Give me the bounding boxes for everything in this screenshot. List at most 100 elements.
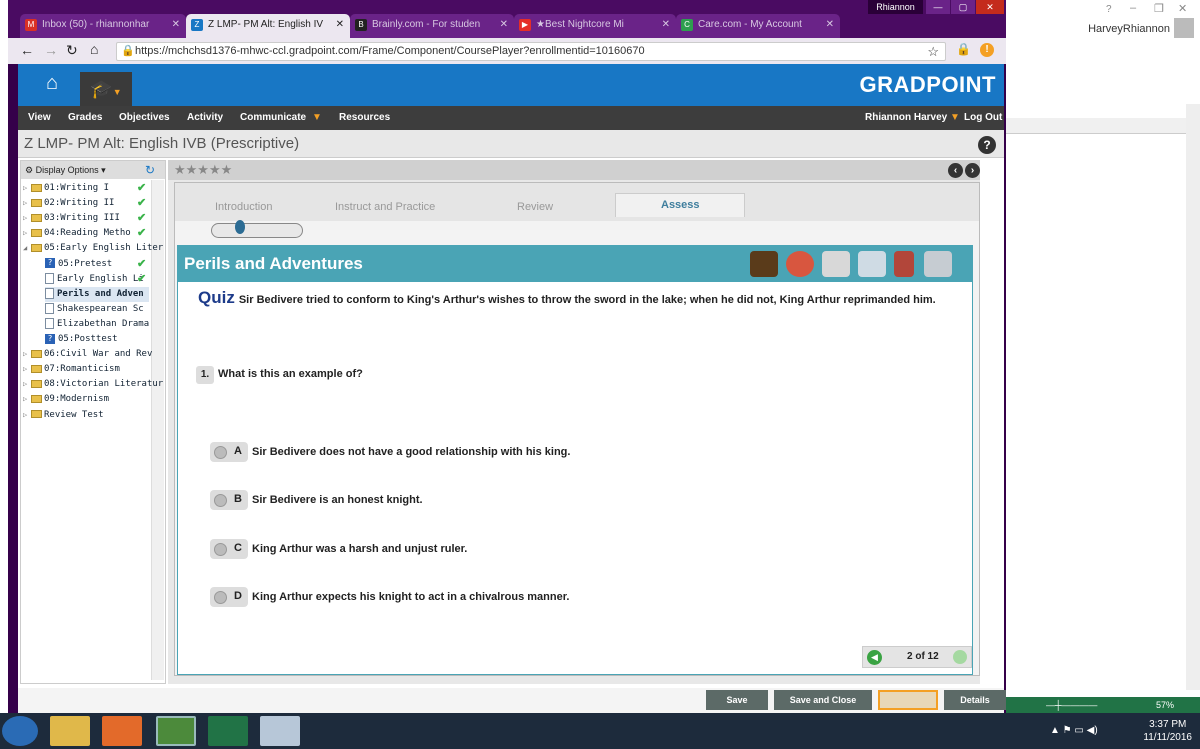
prev-arrow-icon[interactable]: ‹ bbox=[948, 163, 963, 178]
sidebar-item[interactable]: ◢ 05:Early English Liter bbox=[23, 241, 163, 256]
logout-link[interactable]: Log Out bbox=[964, 112, 1002, 123]
sidebar-item[interactable]: Elizabethan Drama bbox=[45, 317, 149, 332]
browser-tab-brainly[interactable]: B Brainly.com - For studen ✕ bbox=[350, 14, 514, 38]
home-icon[interactable]: ⌂ bbox=[90, 41, 98, 57]
tray-icons[interactable]: ▲ ⚑ ▭ ◀) bbox=[1050, 725, 1098, 736]
user-name[interactable]: Rhiannon Harvey bbox=[865, 112, 947, 123]
tab-instruct-practice[interactable]: Instruct and Practice bbox=[335, 201, 435, 213]
tab-assess[interactable]: Assess bbox=[661, 199, 700, 211]
progress-slider[interactable] bbox=[211, 223, 303, 238]
alert-icon[interactable]: ! bbox=[980, 43, 994, 57]
word-restore-icon[interactable]: ❐ bbox=[1154, 2, 1164, 15]
word-minimize-icon[interactable]: – bbox=[1130, 2, 1136, 14]
chrome-icon[interactable] bbox=[156, 716, 196, 746]
calculator-icon[interactable] bbox=[750, 251, 778, 277]
radio-button[interactable] bbox=[214, 494, 227, 507]
book-icon[interactable] bbox=[822, 251, 850, 277]
star-icon[interactable]: ☆ bbox=[927, 43, 939, 60]
tab-introduction[interactable]: Introduction bbox=[215, 201, 272, 213]
printer-icon[interactable] bbox=[924, 251, 952, 277]
sidebar-item[interactable]: ? 05:Pretest bbox=[45, 257, 112, 272]
expand-icon[interactable]: ▷ bbox=[23, 211, 31, 226]
word-close-icon[interactable]: ✕ bbox=[1178, 2, 1187, 15]
details-button[interactable]: Details bbox=[944, 690, 1006, 710]
expand-icon[interactable]: ▷ bbox=[23, 408, 31, 423]
sidebar-item[interactable]: ▷ 07:Romanticism bbox=[23, 362, 120, 377]
sidebar-item[interactable]: ▷ 02:Writing II bbox=[23, 196, 114, 211]
refresh-icon[interactable]: ↻ bbox=[145, 161, 155, 179]
next-question-icon[interactable] bbox=[953, 650, 967, 664]
radio-button[interactable] bbox=[214, 446, 227, 459]
prev-question-icon[interactable]: ◀ bbox=[867, 650, 882, 665]
save-close-button[interactable]: Save and Close bbox=[774, 690, 872, 710]
expand-icon[interactable]: ▷ bbox=[23, 181, 31, 196]
close-icon[interactable]: ✕ bbox=[336, 14, 344, 36]
next-arrow-icon[interactable]: › bbox=[965, 163, 980, 178]
collapse-icon[interactable]: ◢ bbox=[23, 241, 31, 256]
browser-tab-care[interactable]: C Care.com - My Account ✕ bbox=[676, 14, 840, 38]
expand-icon[interactable]: ▷ bbox=[23, 226, 31, 241]
nav-objectives[interactable]: Objectives bbox=[119, 112, 170, 123]
sidebar-item[interactable]: Perils and Adven bbox=[45, 286, 149, 302]
reload-icon[interactable]: ↻ bbox=[66, 42, 78, 59]
extension-lock-icon[interactable]: 🔒 bbox=[956, 42, 971, 56]
sidebar-item[interactable]: ▷ 09:Modernism bbox=[23, 392, 109, 407]
forward-icon[interactable]: → bbox=[44, 42, 58, 58]
project-icon[interactable] bbox=[208, 716, 248, 746]
sidebar-item[interactable]: ▷ 01:Writing I bbox=[23, 181, 109, 196]
zoom-slider[interactable]: —┼———— bbox=[1046, 700, 1097, 710]
sidebar-item[interactable]: ▷ Review Test bbox=[23, 408, 104, 423]
browser-tab-youtube[interactable]: ▶ ★Best Nightcore Mi ✕ bbox=[514, 14, 676, 38]
radio-button[interactable] bbox=[214, 543, 227, 556]
expand-icon[interactable]: ▷ bbox=[23, 347, 31, 362]
expand-icon[interactable]: ▷ bbox=[23, 362, 31, 377]
reference-icon[interactable] bbox=[894, 251, 914, 277]
browser-tab-gmail[interactable]: M Inbox (50) - rhiannonhar ✕ bbox=[20, 14, 186, 38]
url-field[interactable]: 🔒 https://mchchsd1376-mhwc-ccl.gradpoint… bbox=[116, 42, 946, 61]
close-icon[interactable]: ✕ bbox=[826, 14, 834, 36]
browser-tab-gradpoint[interactable]: ZZ LMP- PM Alt: English IV ✕ bbox=[186, 14, 350, 38]
chart-icon[interactable] bbox=[858, 251, 886, 277]
submit-button[interactable] bbox=[878, 690, 938, 710]
close-window-icon[interactable]: ✕ bbox=[976, 0, 1004, 14]
sidebar-item[interactable]: ▷ 03:Writing III bbox=[23, 211, 120, 226]
expand-icon[interactable]: ▷ bbox=[23, 392, 31, 407]
sidebar-item[interactable]: Early English Li bbox=[45, 272, 144, 287]
sidebar-item[interactable]: ▷ 08:Victorian Literatur bbox=[23, 377, 163, 392]
minimize-icon[interactable]: — bbox=[926, 0, 950, 14]
nav-grades[interactable]: Grades bbox=[68, 112, 102, 123]
word-user[interactable]: HarveyRhiannon bbox=[1088, 23, 1170, 35]
chevron-down-icon[interactable]: ▼ bbox=[950, 112, 960, 123]
sidebar-item[interactable]: ▷ 06:Civil War and Rev bbox=[23, 347, 152, 362]
save-button[interactable]: Save bbox=[706, 690, 768, 710]
home-icon[interactable]: ⌂ bbox=[32, 72, 72, 100]
target-icon[interactable] bbox=[786, 251, 814, 277]
word-scrollbar[interactable] bbox=[1186, 104, 1200, 690]
expand-icon[interactable]: ▷ bbox=[23, 196, 31, 211]
media-player-icon[interactable] bbox=[102, 716, 142, 746]
close-icon[interactable]: ✕ bbox=[500, 14, 508, 36]
chevron-down-icon[interactable]: ▼ bbox=[312, 112, 322, 123]
sidebar-item[interactable]: Shakespearean Sc bbox=[45, 302, 144, 317]
profile-button[interactable]: Rhiannon bbox=[868, 0, 923, 14]
start-icon[interactable] bbox=[2, 716, 38, 746]
back-icon[interactable]: ← bbox=[20, 42, 34, 58]
sidebar-item[interactable]: ▷ 04:Reading Metho bbox=[23, 226, 131, 241]
avatar[interactable] bbox=[1174, 18, 1194, 38]
sidebar-item[interactable]: ? 05:Posttest bbox=[45, 332, 118, 347]
clock[interactable]: 3:37 PM 11/11/2016 bbox=[1143, 718, 1192, 744]
maximize-icon[interactable]: ▢ bbox=[951, 0, 975, 14]
expand-icon[interactable]: ▷ bbox=[23, 377, 31, 392]
close-icon[interactable]: ✕ bbox=[172, 14, 180, 36]
rating-stars[interactable]: ★★★★★ bbox=[168, 160, 980, 180]
nav-resources[interactable]: Resources bbox=[339, 112, 390, 123]
courses-cap-icon[interactable]: 🎓▼ bbox=[80, 72, 132, 106]
explorer-icon[interactable] bbox=[50, 716, 90, 746]
radio-button[interactable] bbox=[214, 591, 227, 604]
tab-review[interactable]: Review bbox=[517, 201, 553, 213]
close-icon[interactable]: ✕ bbox=[662, 14, 670, 36]
calculator-app-icon[interactable] bbox=[260, 716, 300, 746]
nav-view[interactable]: View bbox=[28, 112, 51, 123]
nav-activity[interactable]: Activity bbox=[187, 112, 223, 123]
slider-knob[interactable] bbox=[235, 220, 245, 234]
